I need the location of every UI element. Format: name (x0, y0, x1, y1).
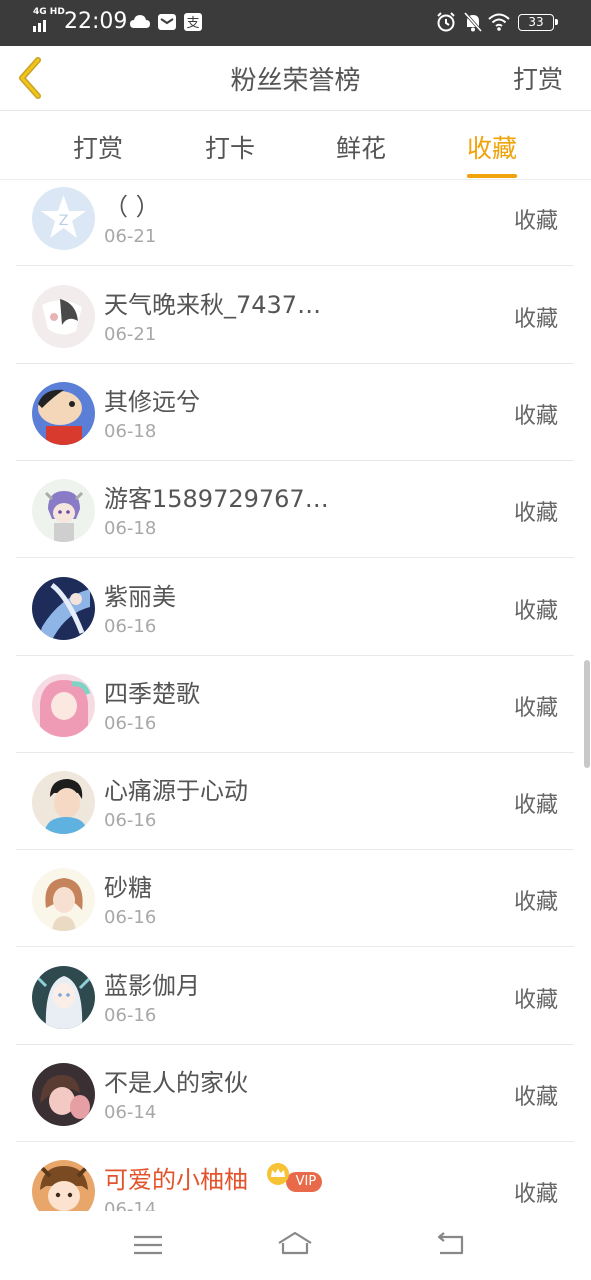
list-item[interactable]: 紫丽美 06-16 收藏 (16, 559, 574, 656)
crown-icon (266, 1163, 289, 1185)
list-item[interactable]: 不是人的家伙 06-14 收藏 (16, 1045, 574, 1142)
back-icon[interactable] (430, 1229, 470, 1261)
page: 4G HD 22:09 支 33 粉丝荣誉榜 打赏 打赏 打卡 鲜花 收藏 Z … (0, 0, 591, 1280)
avatar (32, 382, 95, 445)
user-name: 四季楚歌 (104, 680, 200, 708)
avatar: Z (32, 187, 95, 250)
active-tab-indicator (467, 174, 518, 178)
cloud-icon (130, 15, 150, 28)
list-item[interactable]: Z （ ） 06-21 收藏 (16, 179, 574, 266)
action-label: 收藏 (513, 501, 558, 526)
avatar (32, 868, 95, 931)
list-item[interactable]: 游客1589729767… 06-18 收藏 (16, 461, 574, 558)
user-name: 心痛源于心动 (104, 777, 248, 805)
alarm-icon (437, 12, 455, 32)
avatar (32, 1160, 95, 1211)
date: 06-21 (104, 226, 157, 247)
avatar (32, 1063, 95, 1126)
date: 06-18 (104, 518, 157, 539)
vip-label: VIP (285, 1172, 323, 1192)
action-label: 收藏 (513, 1182, 558, 1207)
tab-label: 收藏 (467, 134, 518, 163)
date: 06-16 (104, 713, 157, 734)
list-item[interactable]: 可爱的小柚柚 VIP 06-14 收藏 (16, 1142, 574, 1211)
user-name-text: 可爱的小柚柚 (104, 1166, 248, 1194)
list-item[interactable]: 其修远兮 06-18 收藏 (16, 364, 574, 461)
network-type: 4G HD (33, 7, 65, 17)
message-icon (158, 14, 176, 30)
clock: 22:09 (64, 9, 128, 34)
tab-favorites[interactable]: 收藏 (467, 129, 518, 178)
action-label: 收藏 (513, 307, 558, 332)
user-name: 砂糖 (104, 874, 152, 902)
home-icon[interactable] (275, 1229, 315, 1261)
fan-list: Z （ ） 06-21 收藏 天气晚来秋_7437… 06-21 收藏 其修远兮… (0, 179, 591, 1211)
mute-bell-icon (463, 12, 483, 32)
user-name: 紫丽美 (104, 583, 176, 611)
system-nav-bar (0, 1211, 591, 1280)
user-name: 天气晚来秋_7437… (104, 291, 322, 319)
user-name: 游客1589729767… (104, 485, 329, 513)
avatar (32, 285, 95, 348)
action-label: 收藏 (513, 890, 558, 915)
user-name: 不是人的家伙 (104, 1069, 248, 1097)
user-name: （ ） (104, 193, 160, 221)
tab-checkin[interactable]: 打卡 (205, 129, 255, 165)
status-bar: 4G HD 22:09 支 33 (0, 0, 591, 46)
page-title: 粉丝荣誉榜 (230, 66, 361, 96)
tab-reward[interactable]: 打赏 (73, 129, 123, 165)
avatar (32, 479, 95, 542)
svg-text:Z: Z (59, 213, 69, 229)
tab-bar: 打赏 打卡 鲜花 收藏 (0, 111, 591, 180)
date: 06-18 (104, 421, 157, 442)
tab-flowers[interactable]: 鲜花 (336, 129, 386, 165)
date: 06-14 (104, 1199, 157, 1211)
tab-label: 鲜花 (336, 134, 387, 163)
list-item[interactable]: 天气晚来秋_7437… 06-21 收藏 (16, 267, 574, 364)
action-label: 收藏 (513, 404, 558, 429)
date: 06-16 (104, 810, 157, 831)
date: 06-14 (104, 1102, 157, 1123)
menu-icon[interactable] (128, 1229, 168, 1261)
user-name: 可爱的小柚柚 VIP (104, 1160, 323, 1195)
user-name: 蓝影伽月 (104, 972, 200, 1000)
action-label: 收藏 (513, 696, 558, 721)
scrollbar[interactable] (584, 660, 590, 768)
action-label: 收藏 (513, 793, 558, 818)
avatar (32, 966, 95, 1029)
action-label: 收藏 (513, 1085, 558, 1110)
list-item[interactable]: 砂糖 06-16 收藏 (16, 850, 574, 947)
avatar (32, 674, 95, 737)
action-label: 收藏 (513, 209, 558, 234)
tab-label: 打赏 (73, 134, 124, 163)
reward-button[interactable]: 打赏 (513, 60, 563, 96)
svg-text:支: 支 (186, 16, 199, 31)
user-name: 其修远兮 (104, 388, 200, 416)
avatar (32, 771, 95, 834)
wifi-icon (488, 13, 510, 31)
action-label: 收藏 (513, 988, 558, 1013)
avatar (32, 577, 95, 640)
date: 06-16 (104, 907, 157, 928)
date: 06-16 (104, 1005, 157, 1026)
date: 06-21 (104, 324, 157, 345)
action-label: 收藏 (513, 599, 558, 624)
tab-label: 打卡 (205, 134, 256, 163)
pay-app-icon: 支 (184, 13, 202, 31)
vip-badge: VIP (266, 1163, 323, 1192)
list-item[interactable]: 蓝影伽月 06-16 收藏 (16, 948, 574, 1045)
nav-header: 粉丝荣誉榜 打赏 (0, 46, 591, 111)
date: 06-16 (104, 616, 157, 637)
battery-icon: 33 (518, 14, 558, 31)
list-item[interactable]: 心痛源于心动 06-16 收藏 (16, 753, 574, 850)
list-item[interactable]: 四季楚歌 06-16 收藏 (16, 656, 574, 753)
